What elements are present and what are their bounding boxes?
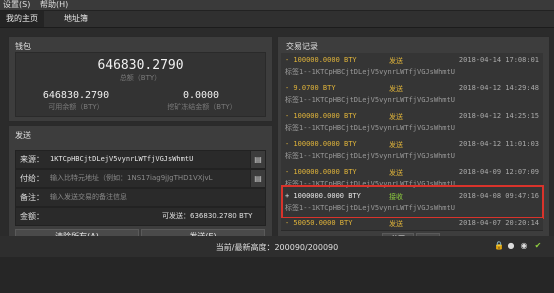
menu-settings[interactable]: 设置(S) [3,0,30,10]
menu-help[interactable]: 帮助(H) [40,0,68,10]
tx-amount: - 100000.0000 BTY [285,140,357,148]
lock-icon[interactable]: 🔒 [494,242,504,250]
note-input[interactable]: 输入发送交易的备注信息 [50,189,260,206]
tx-amount: - 100000.0000 BTY [285,168,357,176]
wallet-summary: 646830.2790 总额（BTY） 646830.2790 可用余额（BTY… [15,52,266,117]
tx-date: 2018-04-09 12:07:09 [458,168,539,176]
tx-amount: - 100000.0000 BTY [285,112,357,120]
tx-type: 发送 [389,85,403,93]
mining-label: 挖矿冻结金额（BTY） [167,103,237,111]
menu-bar: 设置(S) 帮助(H) [0,0,554,11]
pay-label: 付给： [20,174,44,183]
tab-bar: 我的主页 地址簿 [0,11,554,28]
amount-label: 金额： [20,212,44,221]
mining-balance: 0.0000 [182,90,220,101]
tx-amount: - 50050.0000 BTY [285,219,353,227]
total-label: 总额（BTY） [119,74,162,82]
source-row: 来源： 1KTCpHBCjtDLejV5vynrLWTfjVGJsWhmtU ▤ [15,150,266,169]
total-balance: 646830.2790 [97,58,184,73]
amount-input[interactable] [50,210,160,223]
tx-date: 2018-04-07 20:20:14 [458,219,539,227]
network-icon[interactable]: ● [507,242,515,250]
tx-item[interactable]: - 50050.0000 BTY 发送 2018-04-07 20:20:14 [281,218,543,231]
available-label: 可用余额（BTY） [48,103,104,111]
note-row: 备注： 输入发送交易的备注信息 [15,188,266,207]
status-bar: 当前/最新高度：200090/200090 🔒 ● ◉ ✔ [0,236,554,257]
tx-address: 标签1--1KTCpHBCjtDLejV5vynrLWTfjVGJsWhmtU [285,96,455,104]
tx-type: 发送 [389,220,403,228]
tx-amount: - 9.0700 BTY [285,84,336,92]
tx-item[interactable]: - 100000.0000 BTY 发送 2018-04-12 11:01:03… [281,137,543,166]
tx-item[interactable]: - 100000.0000 BTY 发送 2018-04-14 17:08:01… [281,53,543,82]
tx-address: 标签1--1KTCpHBCjtDLejV5vynrLWTfjVGJsWhmtU [285,68,455,76]
sync-icon[interactable]: ◉ [520,242,528,250]
bottom-area [0,257,554,293]
source-value[interactable]: 1KTCpHBCjtDLejV5vynrLWTfjVGJsWhmtU [50,151,246,168]
tx-date: 2018-04-12 14:25:15 [458,112,539,120]
tx-type: 发送 [389,113,403,121]
tx-type: 发送 [389,169,403,177]
source-label: 来源： [20,155,44,164]
block-height: 当前/最新高度：200090/200090 [215,243,339,252]
address-book-icon[interactable]: ▤ [250,170,265,187]
highlight-box [281,185,544,219]
wallet-panel: 钱包 646830.2790 总额（BTY） 646830.2790 可用余额（… [8,36,273,122]
available-balance: 646830.2790 [42,90,110,101]
tx-item[interactable]: - 100000.0000 BTY 发送 2018-04-12 14:25:15… [281,109,543,138]
tx-date: 2018-04-12 11:01:03 [458,140,539,148]
transactions-title: 交易记录 [286,42,318,51]
amount-row: 金额： 可发送：636830.2780 BTY [15,207,266,226]
tab-home[interactable]: 我的主页 [0,11,44,27]
tx-type: 发送 [389,57,403,65]
tab-address-book[interactable]: 地址簿 [58,11,94,27]
wallet-title: 钱包 [15,42,31,51]
source-book-icon[interactable]: ▤ [250,151,265,168]
note-label: 备注： [20,193,44,202]
available-to-send: 可发送：636830.2780 BTY [162,212,253,220]
tx-address: 标签1--1KTCpHBCjtDLejV5vynrLWTfjVGJsWhmtU [285,124,455,132]
send-title: 发送 [15,131,31,140]
tx-date: 2018-04-14 17:08:01 [458,56,539,64]
tx-type: 发送 [389,141,403,149]
tx-amount: - 100000.0000 BTY [285,56,357,64]
tx-date: 2018-04-12 14:29:48 [458,84,539,92]
pay-input[interactable]: 输入比特元地址（例如：1NS17iag9jJgTHD1VXjvL [50,170,246,187]
pay-row: 付给： 输入比特元地址（例如：1NS17iag9jJgTHD1VXjvL ▤ [15,169,266,188]
check-icon[interactable]: ✔ [534,242,542,250]
tx-item[interactable]: - 9.0700 BTY 发送 2018-04-12 14:29:48 标签1-… [281,81,543,110]
tx-address: 标签1--1KTCpHBCjtDLejV5vynrLWTfjVGJsWhmtU [285,152,455,160]
